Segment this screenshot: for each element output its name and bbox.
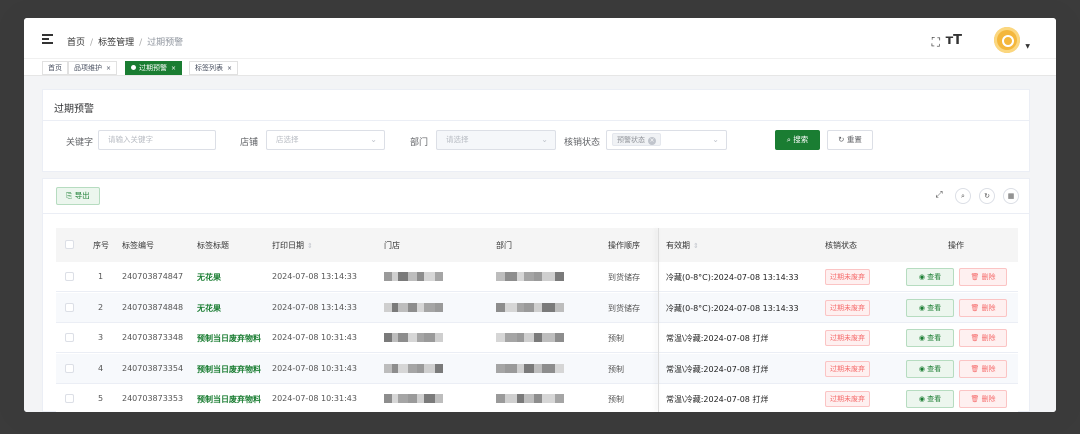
cell-print-date: 2024-07-08 13:14:33 [272,272,357,281]
cell-seq: 4 [98,363,104,373]
eye-icon: ◉ [918,364,925,373]
cell-valid: 常温\冷藏:2024-07-08 打烊 [666,364,769,374]
cell-print-date: 2024-07-08 10:31:43 [272,363,357,373]
row-checkbox[interactable] [65,394,74,403]
cell-code: 240703873348 [122,333,184,342]
cell-title: 无花果 [197,303,221,313]
dept-redacted [496,302,564,312]
store-redacted [384,272,443,281]
row-checkbox[interactable] [65,333,74,342]
status-badge: 过期未废弃 [825,299,870,316]
view-button[interactable]: ◉ 查看 [906,359,954,378]
table-row[interactable]: 2 240703874848 无花果 2024-07-08 13:14:33 到… [56,292,1018,323]
table-row[interactable]: 5 240703873353 预制当日废弃物料 2024-07-08 10:31… [56,384,1018,412]
delete-button[interactable]: 🗑 删除 [959,359,1007,378]
delete-button[interactable]: 🗑 删除 [959,268,1007,286]
dept-redacted [496,272,564,281]
cell-title: 预制当日废弃物料 [197,395,261,404]
dept-redacted [496,363,564,373]
view-button[interactable]: ◉ 查看 [906,298,954,317]
fixed-column-divider [658,228,659,412]
cell-print-date: 2024-07-08 13:14:33 [272,302,357,312]
cell-op: 预制 [608,364,624,374]
trash-icon: 🗑 [970,334,980,342]
view-button[interactable]: ◉ 查看 [906,390,954,408]
status-badge: 过期未废弃 [825,269,870,285]
eye-icon: ◉ [918,273,925,281]
trash-icon: 🗑 [970,364,980,373]
status-badge: 过期未废弃 [825,391,870,407]
cell-op: 预制 [608,334,624,343]
trash-icon: 🗑 [970,395,980,403]
cell-seq: 2 [98,302,104,312]
trash-icon: 🗑 [970,273,980,281]
cell-valid: 常温\冷藏:2024-07-08 打烊 [666,334,769,343]
status-badge: 过期未废弃 [825,360,870,377]
delete-button[interactable]: 🗑 删除 [959,329,1007,347]
cell-valid: 常温\冷藏:2024-07-08 打烊 [666,395,769,404]
store-redacted [384,363,443,373]
store-redacted [384,302,443,312]
table-row[interactable]: 4 240703873354 预制当日废弃物料 2024-07-08 10:31… [56,353,1018,384]
cell-valid: 冷藏(0-8°C):2024-07-08 13:14:33 [666,303,799,313]
eye-icon: ◉ [918,395,925,403]
cell-op: 到货储存 [608,273,640,282]
dept-redacted [496,394,564,403]
cell-print-date: 2024-07-08 10:31:43 [272,394,357,403]
cell-print-date: 2024-07-08 10:31:43 [272,333,357,342]
view-button[interactable]: ◉ 查看 [906,329,954,347]
cell-title: 无花果 [197,273,221,282]
row-checkbox[interactable] [65,363,74,373]
table-row[interactable]: 1 240703874847 无花果 2024-07-08 13:14:33 到… [56,262,1018,292]
cell-code: 240703874847 [122,272,184,281]
trash-icon: 🗑 [970,303,980,312]
cell-op: 预制 [608,395,624,404]
cell-code: 240703873354 [122,363,184,373]
cell-code: 240703874848 [122,302,184,312]
cell-op: 到货储存 [608,303,640,313]
store-redacted [384,394,443,403]
cell-valid: 冷藏(0-8°C):2024-07-08 13:14:33 [666,273,799,282]
cell-code: 240703873353 [122,394,184,403]
cell-seq: 5 [98,394,104,403]
row-checkbox[interactable] [65,302,74,312]
dept-redacted [496,333,564,342]
eye-icon: ◉ [918,303,925,312]
cell-title: 预制当日废弃物料 [197,364,261,374]
cell-seq: 3 [98,333,104,342]
status-badge: 过期未废弃 [825,330,870,346]
view-button[interactable]: ◉ 查看 [906,268,954,286]
delete-button[interactable]: 🗑 删除 [959,298,1007,317]
store-redacted [384,333,443,342]
delete-button[interactable]: 🗑 删除 [959,390,1007,408]
table-body: 1 240703874847 无花果 2024-07-08 13:14:33 到… [0,0,1056,412]
row-checkbox[interactable] [65,272,74,281]
cell-title: 预制当日废弃物料 [197,334,261,343]
cell-seq: 1 [98,272,104,281]
eye-icon: ◉ [918,334,925,342]
table-row[interactable]: 3 240703873348 预制当日废弃物料 2024-07-08 10:31… [56,323,1018,353]
